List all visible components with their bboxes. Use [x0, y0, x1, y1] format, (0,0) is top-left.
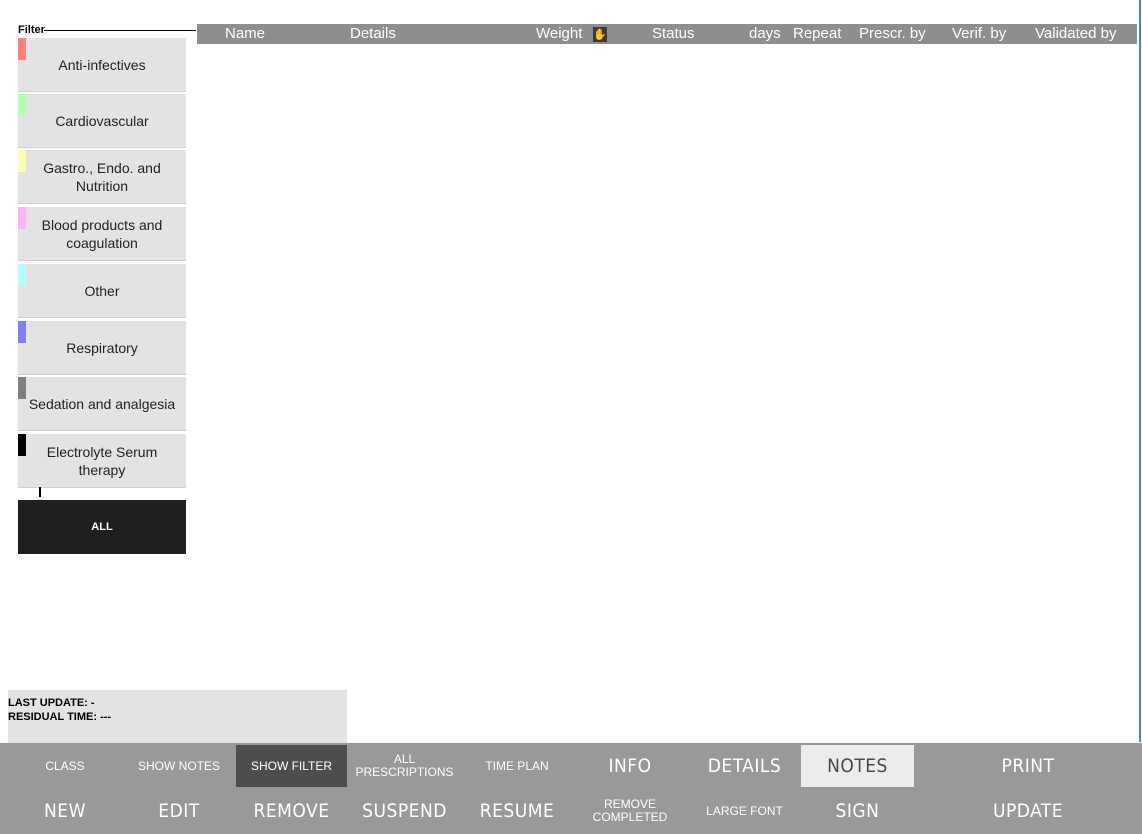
suspend-button[interactable]: SUSPEND: [347, 789, 462, 833]
filter-label: Filter: [18, 24, 45, 36]
filter-all-button[interactable]: ALL: [18, 500, 186, 554]
category-color-swatch: [18, 94, 26, 116]
category-color-swatch: [18, 38, 26, 60]
column-header-name[interactable]: Name: [225, 25, 265, 42]
column-header-status[interactable]: Status: [652, 25, 695, 42]
details-button[interactable]: DETAILS: [688, 745, 801, 787]
residual-time-text: RESIDUAL TIME: ---: [8, 711, 112, 723]
filter-respiratory-button[interactable]: Respiratory: [18, 321, 186, 375]
category-color-swatch: [18, 150, 26, 172]
resume-button[interactable]: RESUME: [462, 789, 572, 833]
category-color-swatch: [18, 264, 26, 286]
filter-connector: [39, 487, 41, 497]
prescription-table-header: Name Details Weight ! ↕ ✋ Status days Re…: [197, 24, 1137, 44]
filter-blood-products-button[interactable]: Blood products and coagulation: [18, 207, 186, 261]
filter-anti-infectives-button[interactable]: Anti-infectives: [18, 38, 186, 92]
category-color-swatch: [18, 321, 26, 343]
filter-item-label: Sedation and analgesia: [28, 395, 176, 412]
filter-item-label: Other: [84, 282, 120, 299]
column-header-repeat[interactable]: Repeat: [793, 25, 841, 42]
bottom-toolbar: CLASS SHOW NOTES SHOW FILTER ALL PRESCRI…: [0, 743, 1142, 834]
filter-item-label: Gastro., Endo. and Nutrition: [43, 159, 161, 194]
window-edge: [1139, 0, 1141, 742]
filter-item-label: Electrolyte Serum therapy: [46, 443, 158, 478]
update-button[interactable]: UPDATE: [914, 789, 1142, 833]
show-filter-button[interactable]: SHOW FILTER: [236, 745, 347, 787]
hand-icon[interactable]: ✋: [593, 27, 607, 42]
all-prescriptions-button[interactable]: ALL PRESCRIPTIONS: [347, 745, 462, 787]
update-status-panel: LAST UPDATE: - RESIDUAL TIME: ---: [8, 690, 347, 743]
column-header-verif-by[interactable]: Verif. by: [952, 25, 1006, 42]
filter-item-label: Cardiovascular: [55, 112, 149, 129]
new-button[interactable]: NEW: [8, 789, 122, 833]
info-button[interactable]: INFO: [572, 745, 688, 787]
filter-item-label: Anti-infectives: [58, 56, 146, 73]
last-update-text: LAST UPDATE: -: [8, 697, 95, 709]
prescription-screen: Filter Anti-infectives Cardiovascular Ga…: [0, 0, 1142, 834]
filter-other-button[interactable]: Other: [18, 264, 186, 318]
show-notes-button[interactable]: SHOW NOTES: [122, 745, 236, 787]
column-header-weight[interactable]: Weight: [536, 25, 582, 42]
print-button[interactable]: PRINT: [914, 745, 1142, 787]
column-header-days[interactable]: days: [749, 25, 781, 42]
filter-electrolyte-button[interactable]: Electrolyte Serum therapy: [18, 434, 186, 488]
notes-button[interactable]: NOTES: [801, 745, 914, 787]
column-header-details[interactable]: Details: [350, 25, 396, 42]
edit-button[interactable]: EDIT: [122, 789, 236, 833]
class-button[interactable]: CLASS: [8, 745, 122, 787]
column-header-validated-by[interactable]: Validated by: [1035, 25, 1116, 42]
sign-button[interactable]: SIGN: [801, 789, 914, 833]
filter-item-label: Blood products and coagulation: [41, 216, 163, 251]
column-header-prescr-by[interactable]: Prescr. by: [859, 25, 926, 42]
category-color-swatch: [18, 377, 26, 399]
large-font-button[interactable]: LARGE FONT: [688, 789, 801, 833]
category-color-swatch: [18, 207, 26, 229]
remove-completed-button[interactable]: REMOVE COMPLETED: [572, 789, 688, 833]
filter-gastro-button[interactable]: Gastro., Endo. and Nutrition: [18, 150, 186, 204]
filter-cardiovascular-button[interactable]: Cardiovascular: [18, 94, 186, 148]
category-color-swatch: [18, 434, 26, 456]
filter-sedation-button[interactable]: Sedation and analgesia: [18, 377, 186, 431]
time-plan-button[interactable]: TIME PLAN: [462, 745, 572, 787]
filter-divider: [44, 30, 196, 31]
remove-button[interactable]: REMOVE: [236, 789, 347, 833]
filter-item-label: Respiratory: [66, 339, 138, 356]
